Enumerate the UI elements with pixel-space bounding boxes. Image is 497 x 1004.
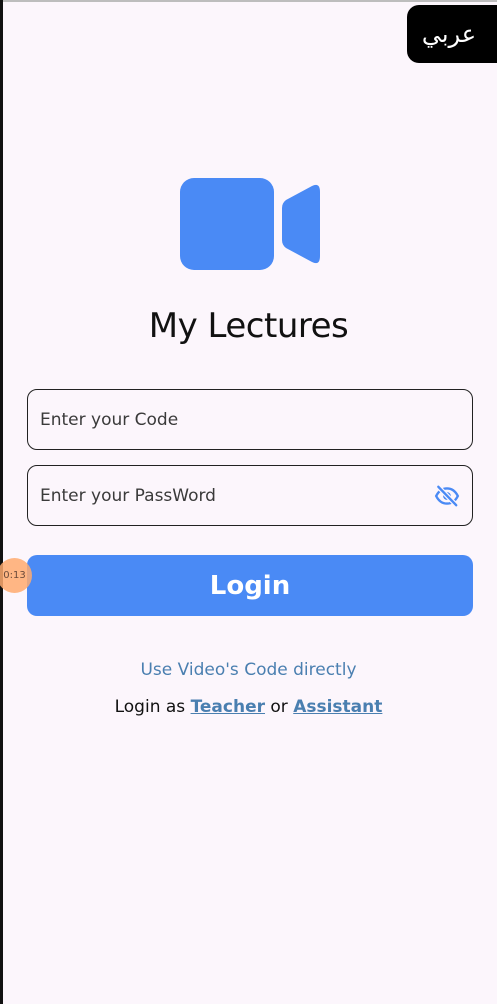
left-edge-border	[0, 0, 3, 1004]
code-field[interactable]	[27, 389, 473, 450]
language-toggle-button[interactable]: عربي	[407, 5, 497, 63]
app-title: My Lectures	[148, 306, 349, 346]
assistant-link[interactable]: Assistant	[293, 697, 382, 717]
eye-off-icon[interactable]	[434, 483, 460, 509]
teacher-link[interactable]: Teacher	[191, 697, 265, 717]
password-field[interactable]	[27, 465, 473, 526]
top-divider	[0, 0, 497, 2]
login-as-prefix: Login as	[114, 697, 186, 717]
password-input[interactable]	[28, 465, 422, 526]
or-text: or	[270, 697, 288, 717]
use-video-code-link[interactable]: Use Video's Code directly	[0, 660, 497, 680]
login-button[interactable]: Login	[27, 555, 473, 616]
code-input[interactable]	[28, 389, 422, 450]
login-as-row: Login as Teacher or Assistant	[0, 697, 497, 717]
video-camera-icon	[180, 178, 320, 270]
